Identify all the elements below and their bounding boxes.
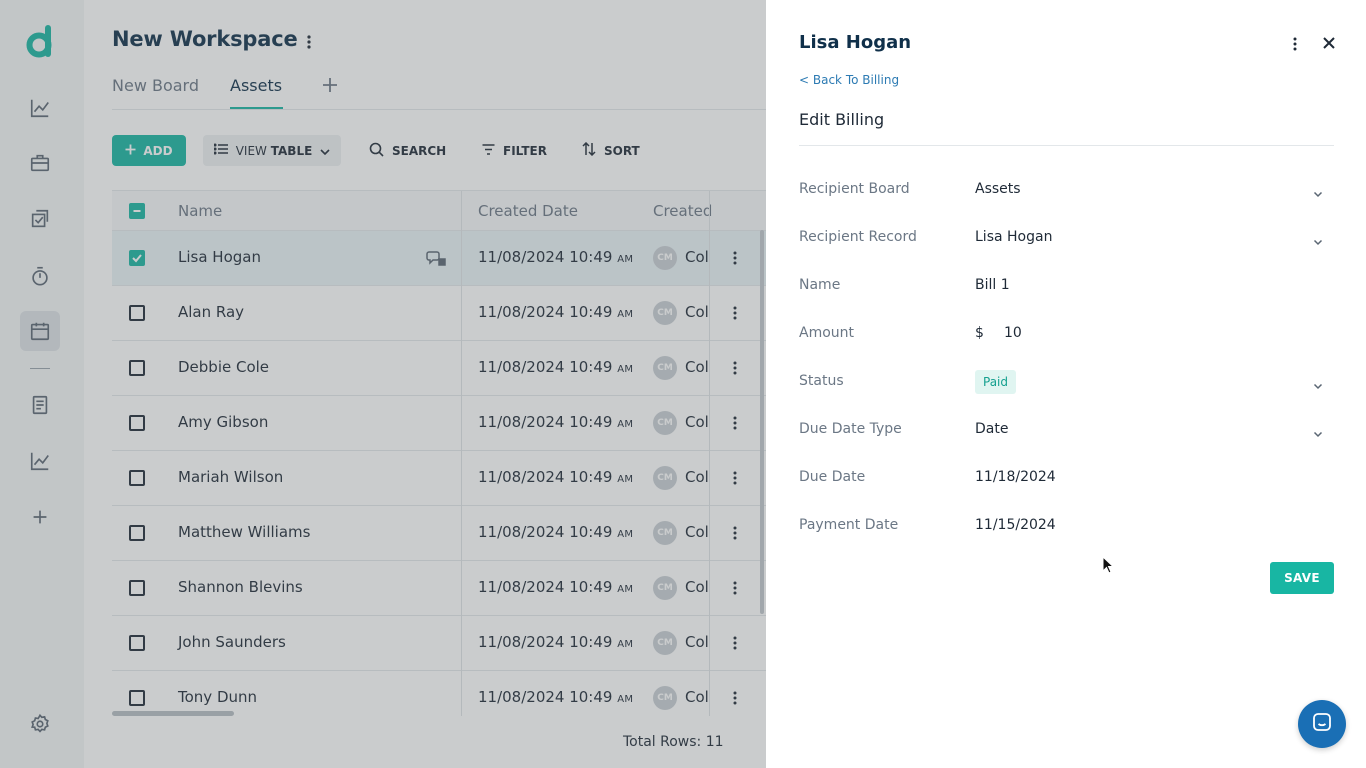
- due-date-type-select[interactable]: Date: [975, 421, 1008, 437]
- payment-date-label: Payment Date: [799, 517, 899, 533]
- currency-symbol: $: [975, 325, 984, 341]
- status-badge[interactable]: Paid: [975, 370, 1017, 394]
- due-date-label: Due Date: [799, 469, 866, 485]
- edit-billing-panel: Lisa Hogan < Back To Billing Edit Billin…: [766, 0, 1366, 768]
- recipient-record-label: Recipient Record: [799, 229, 917, 245]
- chevron-down-icon[interactable]: [1312, 233, 1324, 246]
- name-field[interactable]: Bill 1: [975, 277, 1010, 293]
- recipient-record-select[interactable]: Lisa Hogan: [975, 229, 1052, 245]
- payment-date-field[interactable]: 11/15/2024: [975, 517, 1056, 533]
- mouse-cursor-icon: [1102, 555, 1115, 574]
- panel-more-icon[interactable]: [1288, 34, 1302, 54]
- close-icon[interactable]: [1321, 35, 1337, 51]
- amount-label: Amount: [799, 325, 855, 341]
- modal-overlay[interactable]: [0, 0, 766, 768]
- recipient-board-label: Recipient Board: [799, 181, 910, 197]
- chat-support-button[interactable]: [1298, 700, 1346, 748]
- name-label: Name: [799, 277, 841, 293]
- status-label: Status: [799, 373, 844, 389]
- chevron-down-icon[interactable]: [1312, 425, 1324, 438]
- panel-title: Lisa Hogan: [799, 32, 912, 53]
- edit-billing-heading: Edit Billing: [799, 110, 885, 129]
- due-date-field[interactable]: 11/18/2024: [975, 469, 1056, 485]
- back-to-billing-link[interactable]: < Back To Billing: [799, 73, 899, 87]
- heading-divider: [799, 145, 1334, 146]
- due-date-type-label: Due Date Type: [799, 421, 902, 437]
- amount-field[interactable]: 10: [1004, 325, 1022, 341]
- chevron-down-icon[interactable]: [1312, 185, 1324, 198]
- recipient-board-select[interactable]: Assets: [975, 181, 1021, 197]
- chat-icon: [1310, 710, 1334, 738]
- save-button[interactable]: SAVE: [1270, 562, 1334, 594]
- chevron-down-icon[interactable]: [1312, 377, 1324, 390]
